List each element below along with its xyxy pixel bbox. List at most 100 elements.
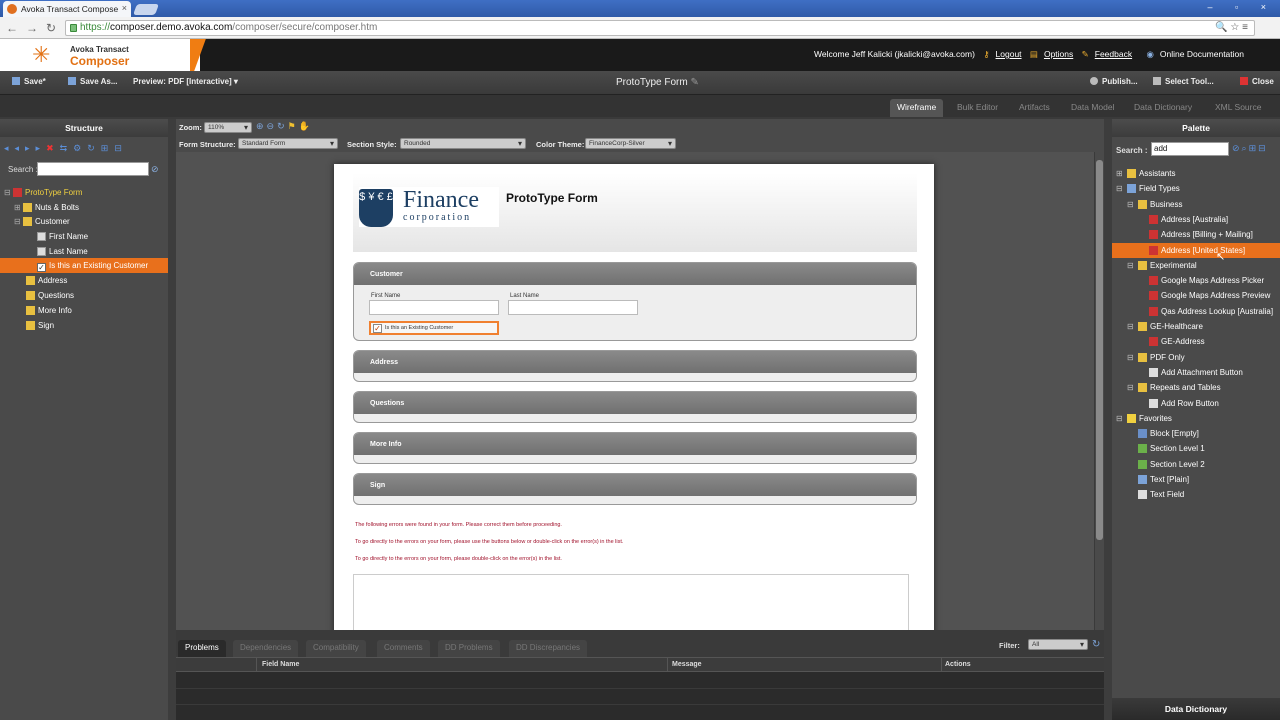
- first-name-input[interactable]: [369, 300, 499, 315]
- tree-item-existing-customer[interactable]: ✓ Is this an Existing Customer: [0, 258, 168, 273]
- palette-item[interactable]: Google Maps Address Preview: [1112, 288, 1280, 303]
- publish-button[interactable]: Publish...: [1090, 77, 1138, 86]
- address-bar[interactable]: https://composer.demo.avoka.com/composer…: [65, 20, 1255, 36]
- column-message[interactable]: Message: [672, 661, 702, 668]
- tree-toggle[interactable]: ⊞: [1116, 169, 1127, 178]
- tree-item-more-info[interactable]: More Info: [0, 303, 168, 318]
- palette-item[interactable]: ⊞ Assistants: [1112, 166, 1280, 181]
- edit-title-icon[interactable]: ✎: [690, 77, 698, 88]
- tree-toggle[interactable]: ⊟: [14, 217, 23, 226]
- palette-item[interactable]: Text [Plain]: [1112, 472, 1280, 487]
- palette-item[interactable]: Address [Billing + Mailing]: [1112, 227, 1280, 242]
- structure-tool-icons[interactable]: ◂◂▸▸✖⇆⚙↻⊞⊟: [4, 143, 164, 155]
- palette-item[interactable]: ⊟ Field Types: [1112, 181, 1280, 196]
- tab-dependencies[interactable]: Dependencies: [233, 640, 299, 657]
- palette-item[interactable]: ⊟ Repeats and Tables: [1112, 380, 1280, 395]
- palette-tool-icons[interactable]: ⊘⌕⊞⊟: [1232, 143, 1268, 154]
- tree-item-customer[interactable]: ⊟ Customer: [0, 214, 168, 229]
- section-style-select[interactable]: Rounded: [400, 138, 526, 149]
- tree-item-first-name[interactable]: First Name: [0, 229, 168, 244]
- forward-icon[interactable]: →: [26, 21, 38, 35]
- options-link[interactable]: Options: [1044, 49, 1073, 59]
- tab-comments[interactable]: Comments: [377, 640, 430, 657]
- tree-toggle[interactable]: ⊞: [14, 203, 23, 212]
- tree-item-sign[interactable]: Sign: [0, 318, 168, 333]
- zoom-select[interactable]: 110%: [204, 122, 252, 133]
- window-controls[interactable]: – ▫ ×: [1208, 2, 1276, 12]
- tab-data-model[interactable]: Data Model: [1064, 99, 1121, 117]
- form-banner[interactable]: $ ¥ € £ Finance corporation ProtoType Fo…: [353, 173, 917, 252]
- section-more-info[interactable]: More Info: [353, 432, 917, 464]
- tree-item-address[interactable]: Address: [0, 273, 168, 288]
- tree-item-last-name[interactable]: Last Name: [0, 244, 168, 259]
- section-questions[interactable]: Questions: [353, 391, 917, 423]
- column-divider[interactable]: [256, 658, 257, 673]
- tab-data-dictionary[interactable]: Data Dictionary: [1127, 99, 1199, 117]
- palette-item[interactable]: ⊟ PDF Only: [1112, 350, 1280, 365]
- save-button[interactable]: Save*: [12, 77, 46, 86]
- save-as-button[interactable]: Save As...: [68, 77, 118, 86]
- tree-toggle[interactable]: ⊟: [1116, 414, 1127, 423]
- palette-item[interactable]: Qas Address Lookup [Australia]: [1112, 304, 1280, 319]
- tree-toggle[interactable]: ⊟: [4, 188, 13, 197]
- tab-problems[interactable]: Problems: [178, 640, 226, 657]
- palette-item[interactable]: Google Maps Address Picker: [1112, 273, 1280, 288]
- palette-item[interactable]: ⊟ Experimental: [1112, 258, 1280, 273]
- palette-item[interactable]: Text Field: [1112, 487, 1280, 502]
- tab-compatibility[interactable]: Compatibility: [306, 640, 366, 657]
- section-sign[interactable]: Sign: [353, 473, 917, 505]
- column-actions[interactable]: Actions: [945, 661, 971, 668]
- tab-dd-problems[interactable]: DD Problems: [438, 640, 500, 657]
- color-theme-select[interactable]: FinanceCorp-Silver: [585, 138, 676, 149]
- palette-item[interactable]: ⊟ GE-Healthcare: [1112, 319, 1280, 334]
- tree-toggle[interactable]: ⊟: [1116, 184, 1127, 193]
- column-field-name[interactable]: Field Name: [262, 661, 299, 668]
- reload-icon[interactable]: ↻: [46, 21, 56, 35]
- data-dictionary-footer[interactable]: Data Dictionary: [1112, 698, 1280, 720]
- palette-item[interactable]: Add Row Button: [1112, 396, 1280, 411]
- tab-artifacts[interactable]: Artifacts: [1012, 99, 1057, 117]
- scrollbar-thumb[interactable]: [1096, 160, 1103, 540]
- palette-item[interactable]: Section Level 2: [1112, 457, 1280, 472]
- new-tab-button[interactable]: [132, 4, 160, 15]
- palette-item[interactable]: Section Level 1: [1112, 441, 1280, 456]
- palette-item[interactable]: ⊟ Favorites: [1112, 411, 1280, 426]
- section-address[interactable]: Address: [353, 350, 917, 382]
- form-structure-select[interactable]: Standard Form: [238, 138, 338, 149]
- logout-link[interactable]: Logout: [996, 49, 1022, 59]
- palette-item[interactable]: Address [Australia]: [1112, 212, 1280, 227]
- palette-item[interactable]: GE-Address: [1112, 334, 1280, 349]
- tab-bulk-editor[interactable]: Bulk Editor: [950, 99, 1005, 117]
- close-button[interactable]: Close: [1240, 77, 1274, 86]
- error-list-box[interactable]: [353, 574, 909, 630]
- refresh-icon[interactable]: ↻: [1092, 639, 1100, 650]
- tree-toggle[interactable]: ⊟: [1127, 200, 1138, 209]
- select-tool-button[interactable]: Select Tool...: [1153, 77, 1214, 86]
- filter-select[interactable]: All: [1028, 639, 1088, 650]
- tree-toggle[interactable]: ⊟: [1127, 261, 1138, 270]
- right-splitter[interactable]: [1104, 119, 1112, 720]
- section-customer[interactable]: Customer First Name Last Name ✓ Is this …: [353, 262, 917, 341]
- search-clear-icon[interactable]: ⊘: [151, 164, 159, 175]
- tab-dd-discrepancies[interactable]: DD Discrepancies: [509, 640, 588, 657]
- last-name-input[interactable]: [508, 300, 638, 315]
- column-divider[interactable]: [667, 658, 668, 673]
- tree-toggle[interactable]: ⊟: [1127, 322, 1138, 331]
- back-icon[interactable]: ←: [6, 21, 18, 35]
- tree-toggle[interactable]: ⊟: [1127, 383, 1138, 392]
- address-bar-icons[interactable]: 🔍 ☆ ≡: [1215, 22, 1248, 33]
- tab-xml-source[interactable]: XML Source: [1208, 99, 1268, 117]
- palette-item[interactable]: ⊟ Business: [1112, 197, 1280, 212]
- palette-item[interactable]: Block [Empty]: [1112, 426, 1280, 441]
- tree-item-questions[interactable]: Questions: [0, 288, 168, 303]
- close-tab-icon[interactable]: ×: [122, 3, 127, 13]
- tree-toggle[interactable]: ⊟: [1127, 353, 1138, 362]
- preview-button[interactable]: Preview: PDF [Interactive] ▾: [133, 77, 238, 86]
- existing-customer-checkbox[interactable]: ✓ Is this an Existing Customer: [369, 321, 499, 335]
- structure-search-input[interactable]: [37, 162, 149, 176]
- online-docs-link[interactable]: Online Documentation: [1160, 49, 1244, 59]
- canvas-scrollbar[interactable]: [1095, 152, 1104, 630]
- feedback-link[interactable]: Feedback: [1095, 49, 1132, 59]
- column-divider[interactable]: [941, 658, 942, 673]
- tree-item-prototype-form[interactable]: ⊟ ProtoType Form: [0, 185, 168, 200]
